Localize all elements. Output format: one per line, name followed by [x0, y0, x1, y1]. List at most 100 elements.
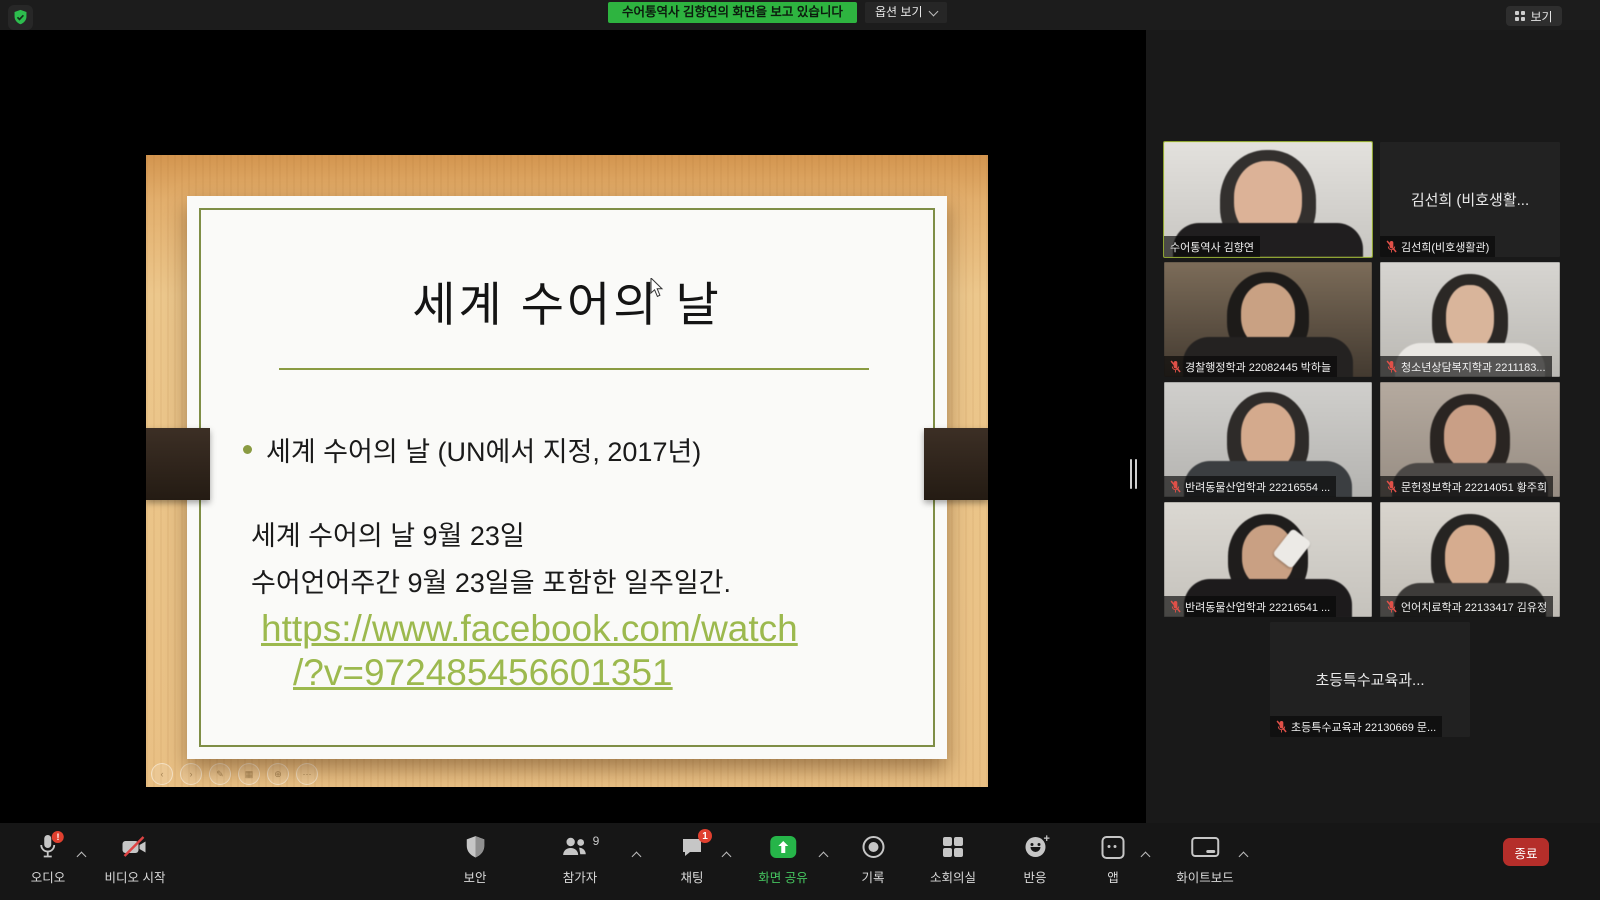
participant-tile[interactable]: 반려동물산업학과 22216554 ... — [1164, 382, 1372, 497]
participants-label: 참가자 — [563, 867, 598, 886]
person-face — [1445, 525, 1495, 591]
participants-count: 9 — [593, 834, 600, 848]
chat-options-chevron[interactable] — [722, 852, 732, 862]
slide-grid-icon: ▦ — [238, 763, 260, 785]
share-options-chevron[interactable] — [819, 852, 829, 862]
whiteboard-button[interactable]: 화이트보드 — [1176, 834, 1234, 886]
record-button[interactable]: 기록 — [861, 834, 884, 886]
participant-tile[interactable]: 초등특수교육과... 초등특수교육과 22130669 문... — [1270, 622, 1470, 737]
presenter-controls: ‹ › ✎ ▦ ⊕ ⋯ — [151, 763, 318, 785]
participant-name-text: 경찰행정학과 22082445 박하늘 — [1185, 359, 1331, 375]
share-screen-button[interactable]: 화면 공유 — [758, 834, 807, 886]
chat-button[interactable]: 1 채팅 — [680, 834, 704, 886]
participant-name-label: 언어치료학과 22133417 김유정 — [1380, 596, 1553, 617]
participant-name-text: 청소년상담복지학과 2211183... — [1401, 359, 1546, 375]
participant-name-label: 반려동물산업학과 22216554 ... — [1164, 476, 1336, 497]
breakout-rooms-label: 소회의실 — [930, 867, 976, 886]
audio-options-chevron[interactable] — [77, 852, 87, 862]
mic-muted-icon — [1170, 360, 1181, 373]
encryption-badge[interactable] — [8, 5, 33, 30]
participant-tile-active-speaker[interactable]: 수어통역사 김향연 — [1164, 142, 1372, 257]
whiteboard-label: 화이트보드 — [1176, 867, 1234, 886]
shield-icon — [464, 835, 486, 859]
viewing-screen-banner: 수어통역사 김향연의 화면을 보고 있습니다 — [608, 2, 857, 23]
security-shield-check-icon — [12, 9, 29, 26]
reactions-button[interactable]: + 반응 — [1023, 834, 1046, 886]
participant-name-label: 문헌정보학과 22214051 황주희 — [1380, 476, 1553, 497]
apps-options-chevron[interactable] — [1141, 852, 1151, 862]
slide-divider-line — [279, 368, 869, 370]
breakout-rooms-button[interactable]: 소회의실 — [930, 834, 976, 886]
participant-name-label: 김선희(비호생활관) — [1380, 236, 1495, 257]
participants-button[interactable]: 9 참가자 — [561, 834, 600, 886]
view-options-label: 옵션 보기 — [875, 2, 923, 23]
whiteboard-options-chevron[interactable] — [1239, 852, 1249, 862]
participant-name-text: 수어통역사 김향연 — [1170, 239, 1254, 255]
start-video-label: 비디오 시작 — [105, 867, 166, 886]
participants-panel: 수어통역사 김향연 김선희 (비호생활... 김선희(비호생활관) — [1146, 30, 1600, 823]
whiteboard-icon — [1191, 837, 1219, 857]
zoom-icon: ⊕ — [267, 763, 289, 785]
chat-label: 채팅 — [680, 867, 703, 886]
participant-tile[interactable]: 청소년상담복지학과 2211183... — [1380, 262, 1560, 377]
participant-name-label: 수어통역사 김향연 — [1164, 236, 1260, 257]
mic-muted-icon — [1386, 600, 1397, 613]
participant-name-text: 김선희(비호생활관) — [1401, 239, 1489, 255]
end-meeting-button[interactable]: 종료 — [1503, 838, 1549, 866]
slide-bullet-row: 세계 수어의 날 (UN에서 지정, 2017년) — [243, 430, 701, 469]
security-button[interactable]: 보안 — [463, 834, 486, 886]
apps-icon — [1102, 836, 1125, 859]
person-face — [1444, 405, 1496, 469]
view-button-label: 보기 — [1531, 8, 1553, 25]
audio-label: 오디오 — [31, 867, 66, 886]
prev-slide-icon: ‹ — [151, 763, 173, 785]
camera-off-icon — [120, 835, 150, 859]
chat-unread-badge: 1 — [698, 829, 712, 843]
breakout-rooms-icon — [943, 837, 964, 858]
start-video-button[interactable]: 비디오 시작 — [105, 834, 166, 886]
view-options-button[interactable]: 옵션 보기 — [865, 2, 947, 23]
participant-tile[interactable]: 경찰행정학과 22082445 박하늘 — [1164, 262, 1372, 377]
slide-right-clip — [924, 428, 988, 500]
slide-left-clip — [146, 428, 210, 500]
slide-link-line-2: /?v=972485456601351 — [293, 652, 673, 694]
reactions-icon: + — [1025, 837, 1045, 857]
participant-name-text: 반려동물산업학과 22216541 ... — [1185, 599, 1330, 615]
slide-background: 세계 수어의 날 세계 수어의 날 (UN에서 지정, 2017년) 세계 수어… — [146, 155, 988, 787]
slide-paper: 세계 수어의 날 세계 수어의 날 (UN에서 지정, 2017년) 세계 수어… — [187, 196, 947, 759]
record-label: 기록 — [861, 867, 884, 886]
participant-name-text: 문헌정보학과 22214051 황주희 — [1401, 479, 1547, 495]
share-screen-label: 화면 공유 — [758, 867, 807, 886]
top-bar: 수어통역사 김향연의 화면을 보고 있습니다 옵션 보기 보기 — [0, 0, 1600, 30]
slide-link-line-1: https://www.facebook.com/watch — [261, 608, 798, 650]
grid-view-icon — [1515, 11, 1525, 21]
participant-tile[interactable]: 김선희 (비호생활... 김선희(비호생활관) — [1380, 142, 1560, 257]
participant-tile[interactable]: 반려동물산업학과 22216541 ... — [1164, 502, 1372, 617]
share-screen-icon — [770, 836, 796, 858]
audio-alert-badge: ! — [52, 831, 64, 843]
mic-muted-icon — [1386, 240, 1397, 253]
participant-name-label: 경찰행정학과 22082445 박하늘 — [1164, 356, 1337, 377]
more-options-icon: ⋯ — [296, 763, 318, 785]
apps-label: 앱 — [1107, 867, 1119, 886]
mic-muted-icon — [1386, 360, 1397, 373]
participant-tile[interactable]: 문헌정보학과 22214051 황주희 — [1380, 382, 1560, 497]
next-slide-icon: › — [180, 763, 202, 785]
mic-muted-icon — [1170, 480, 1181, 493]
participant-tile[interactable]: 언어치료학과 22133417 김유정 — [1380, 502, 1560, 617]
security-label: 보안 — [463, 867, 486, 886]
bullet-icon — [243, 445, 252, 454]
mic-muted-icon — [1276, 720, 1287, 733]
panel-resize-handle[interactable] — [1128, 455, 1138, 493]
reactions-label: 반응 — [1023, 867, 1046, 886]
chevron-down-icon — [928, 6, 938, 16]
participant-name-text: 초등특수교육과 22130669 문... — [1291, 719, 1436, 735]
apps-button[interactable]: 앱 — [1102, 834, 1125, 886]
slide-bullet-text: 세계 수어의 날 (UN에서 지정, 2017년) — [266, 430, 701, 469]
slide-title: 세계 수어의 날 — [187, 266, 947, 335]
mic-muted-icon — [1170, 600, 1181, 613]
participants-options-chevron[interactable] — [632, 852, 642, 862]
view-button[interactable]: 보기 — [1506, 6, 1562, 26]
audio-button[interactable]: ! 오디오 — [31, 834, 66, 886]
participant-name-label: 초등특수교육과 22130669 문... — [1270, 716, 1442, 737]
